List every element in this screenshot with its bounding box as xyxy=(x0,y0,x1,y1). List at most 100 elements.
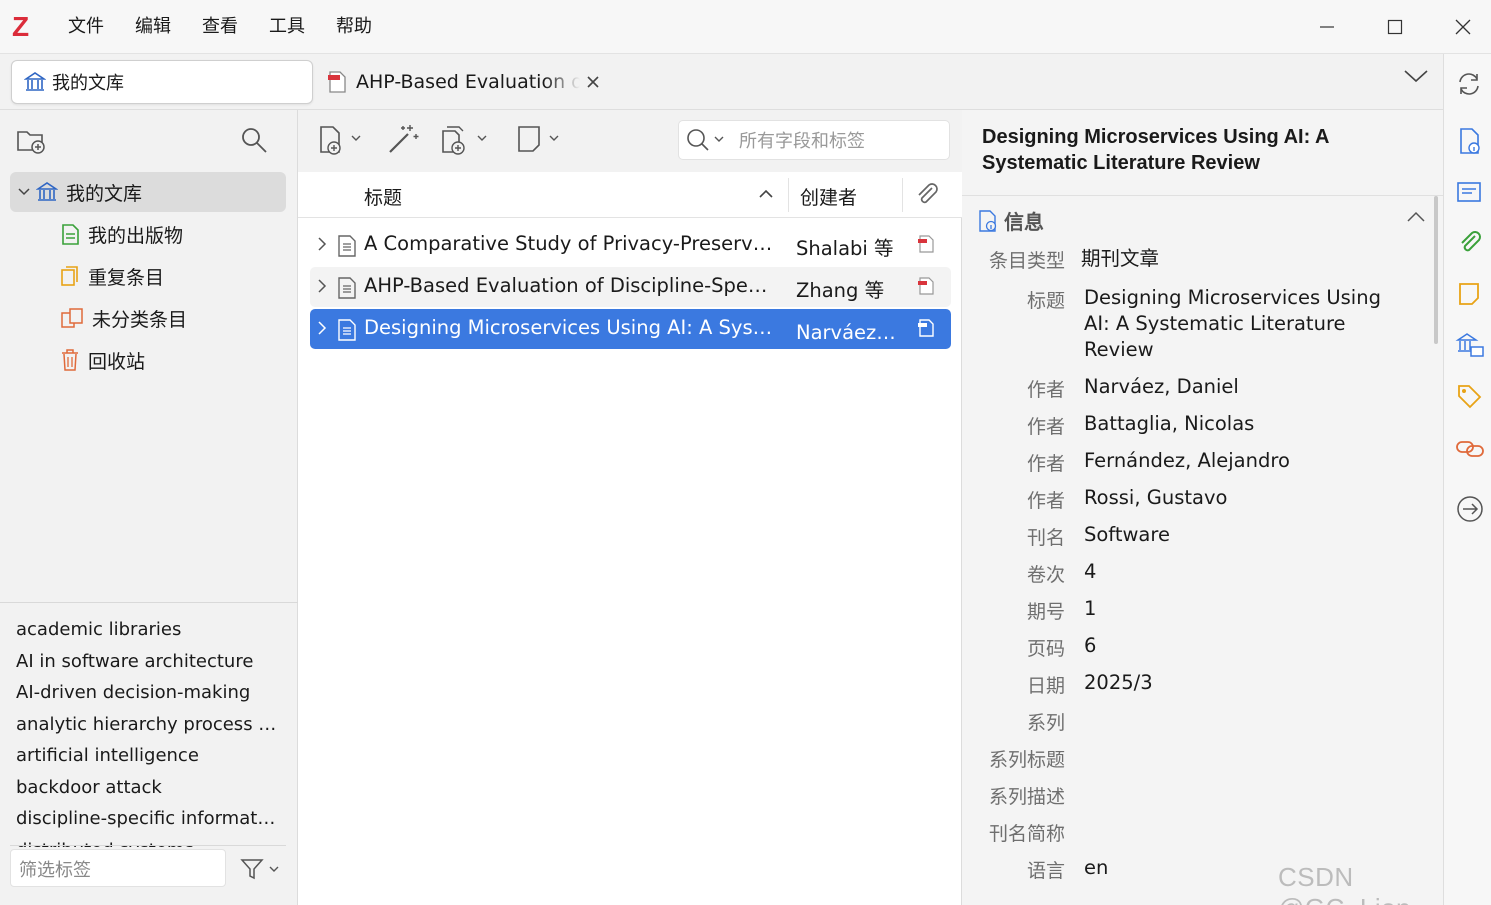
pdf-attachment-icon[interactable] xyxy=(916,318,936,338)
tag-item[interactable]: artificial intelligence xyxy=(16,744,278,768)
chevron-up-icon[interactable] xyxy=(1406,210,1426,224)
collection-unfiled[interactable]: 未分类条目 xyxy=(60,298,187,338)
field-value[interactable]: Narváez, Daniel xyxy=(1084,374,1394,400)
sort-ascending-icon[interactable] xyxy=(758,188,774,200)
nav-libraries-collections[interactable] xyxy=(1455,330,1484,358)
chevron-down-icon[interactable] xyxy=(16,184,32,200)
library-icon xyxy=(24,72,46,91)
minimize-icon xyxy=(1320,26,1334,28)
column-creator[interactable]: 创建者 xyxy=(800,183,857,210)
field-label: 系列 xyxy=(1026,712,1065,734)
close-window-button[interactable] xyxy=(1443,12,1483,42)
new-item-button[interactable] xyxy=(318,124,366,160)
new-collection-button[interactable] xyxy=(16,126,48,160)
nav-notes[interactable] xyxy=(1455,280,1483,308)
collection-label: 我的出版物 xyxy=(88,224,184,247)
nav-attachments[interactable] xyxy=(1455,228,1483,256)
close-tab-icon[interactable] xyxy=(586,75,600,89)
tab-my-library[interactable]: 我的文库 xyxy=(11,60,313,104)
sync-icon xyxy=(1459,73,1479,95)
collection-label: 我的文库 xyxy=(66,182,143,205)
new-note-icon xyxy=(518,126,559,152)
item-row[interactable]: A Comparative Study of Privacy-Preservin… xyxy=(310,225,951,265)
close-icon xyxy=(1455,19,1471,35)
chevron-right-icon[interactable] xyxy=(316,235,328,253)
field-value[interactable]: 1 xyxy=(1084,596,1394,622)
collection-trash[interactable]: 回收站 xyxy=(60,340,145,380)
attachments-column-icon[interactable] xyxy=(914,182,940,208)
item-row[interactable]: AHP-Based Evaluation of Discipline-Speci… xyxy=(310,267,951,307)
library-icon xyxy=(36,182,58,201)
tag-filter-options-button[interactable] xyxy=(240,857,280,885)
item-pane-title[interactable]: Designing Microservices Using AI: A Syst… xyxy=(982,124,1382,176)
new-item-icon xyxy=(320,126,361,155)
column-title[interactable]: 标题 xyxy=(364,183,402,210)
item-info-pane: Designing Microservices Using AI: A Syst… xyxy=(962,110,1443,905)
tag-item[interactable]: academic libraries xyxy=(16,618,278,642)
tag-item[interactable]: discipline-specific information services xyxy=(16,807,278,831)
collection-search-button[interactable] xyxy=(240,126,268,158)
field-value[interactable]: Battaglia, Nicolas xyxy=(1084,411,1394,437)
tag-item[interactable]: AI in software architecture xyxy=(16,650,278,674)
nav-related[interactable] xyxy=(1455,434,1484,462)
minimize-button[interactable] xyxy=(1307,12,1347,42)
pdf-attachment-icon[interactable] xyxy=(916,234,936,254)
field-value[interactable]: 期刊文章 xyxy=(1081,246,1391,272)
field-value[interactable]: Designing Microservices Using AI: A Syst… xyxy=(1084,285,1384,363)
nav-locate[interactable] xyxy=(1455,494,1483,522)
menu-file[interactable]: 文件 xyxy=(52,14,119,40)
field-label: 页码 xyxy=(1026,638,1065,660)
field-value[interactable]: Fernández, Alejandro xyxy=(1084,448,1394,474)
tag-item[interactable]: backdoor attack xyxy=(16,776,278,800)
tabs-menu-button[interactable] xyxy=(1403,68,1429,88)
new-note-button[interactable] xyxy=(516,124,564,160)
publications-icon xyxy=(62,224,79,245)
collection-label: 未分类条目 xyxy=(92,308,188,331)
field-label: 系列标题 xyxy=(988,749,1065,771)
collection-my-publications[interactable]: 我的出版物 xyxy=(60,214,183,254)
search-placeholder: 所有字段和标签 xyxy=(739,131,865,152)
item-pane-sidenav xyxy=(1443,54,1491,905)
maximize-button[interactable] xyxy=(1375,12,1415,42)
nav-info[interactable] xyxy=(1455,126,1483,154)
journal-article-icon xyxy=(338,235,356,257)
field-label: 标题 xyxy=(1026,290,1065,312)
field-label: 语言 xyxy=(1026,860,1065,882)
add-by-identifier-button[interactable] xyxy=(386,122,420,160)
menu-view[interactable]: 查看 xyxy=(186,14,253,40)
field-value[interactable]: 4 xyxy=(1084,559,1394,585)
item-search-input[interactable]: 所有字段和标签 xyxy=(678,120,950,160)
menu-help[interactable]: 帮助 xyxy=(320,14,387,40)
tag-item[interactable]: analytic hierarchy process (AHP) xyxy=(16,713,278,737)
field-value[interactable]: 6 xyxy=(1084,633,1394,659)
chevron-right-icon[interactable] xyxy=(316,319,328,337)
items-column-header: 标题 创建者 xyxy=(298,172,962,218)
field-label: 期号 xyxy=(1026,601,1065,623)
info-section-header[interactable]: 信息 xyxy=(976,206,1044,235)
item-row-selected[interactable]: Designing Microservices Using AI: A Syst… xyxy=(310,309,951,349)
nav-tags[interactable] xyxy=(1455,382,1483,410)
tab-document[interactable]: AHP-Based Evaluation of Discipline-Speci… xyxy=(326,60,600,104)
filter-icon xyxy=(240,859,279,880)
field-value[interactable]: Rossi, Gustavo xyxy=(1084,485,1394,511)
info-scrollbar[interactable] xyxy=(1434,196,1438,344)
nav-abstract[interactable] xyxy=(1455,178,1483,206)
search-icon xyxy=(687,129,724,151)
field-value[interactable]: Software xyxy=(1084,522,1394,548)
field-label: 卷次 xyxy=(1026,564,1065,586)
field-label: 刊名简称 xyxy=(988,823,1065,845)
collection-duplicates[interactable]: 重复条目 xyxy=(60,256,164,296)
menu-tools[interactable]: 工具 xyxy=(253,14,320,40)
tag-filter-input[interactable]: 筛选标签 xyxy=(10,849,226,887)
chevron-right-icon[interactable] xyxy=(316,277,328,295)
menu-edit[interactable]: 编辑 xyxy=(119,14,186,40)
collection-my-library[interactable]: 我的文库 xyxy=(10,172,286,212)
pdf-attachment-icon[interactable] xyxy=(916,276,936,296)
item-title: A Comparative Study of Privacy-Preservin… xyxy=(364,232,776,255)
item-creator: Narváez 等 xyxy=(796,321,896,344)
collections-toolbar xyxy=(0,110,298,170)
field-value[interactable]: 2025/3 xyxy=(1084,670,1394,696)
tag-item[interactable]: AI-driven decision-making xyxy=(16,681,278,705)
add-attachment-button[interactable] xyxy=(440,124,492,160)
sync-button[interactable] xyxy=(1455,70,1483,98)
